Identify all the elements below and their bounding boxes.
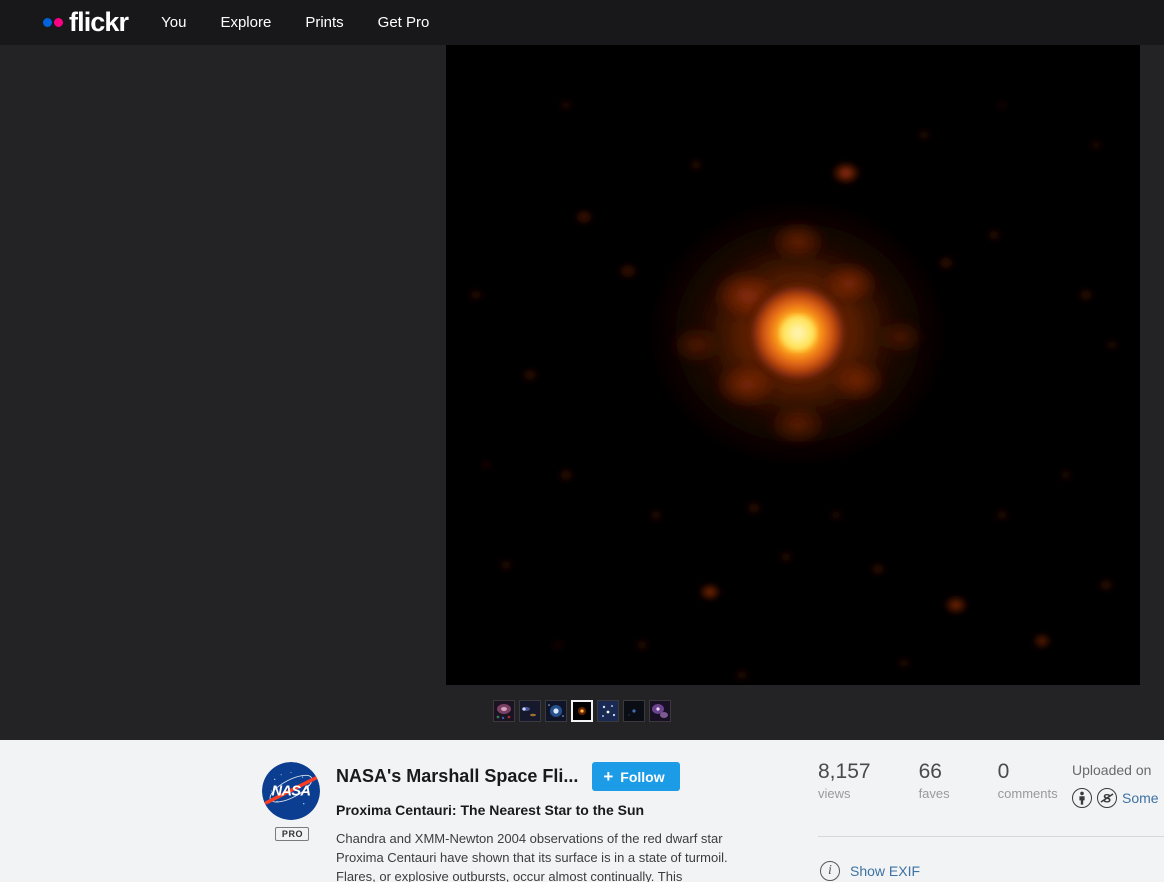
thumb-comet-streak[interactable] <box>519 700 541 722</box>
show-exif-row[interactable]: i Show EXIF <box>820 861 920 881</box>
thumb-purple-nebula[interactable] <box>649 700 671 722</box>
attribution-icon[interactable] <box>1072 788 1092 808</box>
thumb-dark-field[interactable] <box>623 700 645 722</box>
upload-meta-column: Uploaded on S Some <box>1072 762 1164 808</box>
faves-label: faves <box>918 786 950 801</box>
plus-icon: + <box>603 767 614 786</box>
thumb-proxima-centauri[interactable] <box>571 700 593 722</box>
page-title[interactable]: Proxima Centauri: The Nearest Star to th… <box>336 802 756 818</box>
photo-description: Chandra and XMM-Newton 2004 observations… <box>336 831 728 882</box>
follow-button-label: Follow <box>620 768 665 785</box>
owner-name[interactable]: NASA's Marshall Space Fli... <box>336 766 578 787</box>
stat-comments[interactable]: 0 comments <box>998 760 1058 801</box>
photo-info-panel: NASA PRO NASA's Marshall Space Fli... + … <box>0 740 1164 882</box>
photo-stats: 8,157 views 66 faves 0 comments <box>818 760 1058 801</box>
pro-badge[interactable]: PRO <box>274 827 310 841</box>
thumb-star-field[interactable] <box>597 700 619 722</box>
owner-avatar-column: NASA PRO <box>262 762 322 842</box>
main-photo[interactable] <box>446 45 1140 685</box>
avatar[interactable]: NASA <box>262 762 320 820</box>
nav-item-explore[interactable]: Explore <box>220 14 271 31</box>
nav-item-prints[interactable]: Prints <box>305 14 343 31</box>
views-label: views <box>818 786 851 801</box>
nav-item-get-pro[interactable]: Get Pro <box>378 14 430 31</box>
main-nav: You Explore Prints Get Pro <box>161 14 429 31</box>
site-header: flickr You Explore Prints Get Pro <box>0 0 1164 45</box>
proxima-centauri-xray-image <box>446 45 1140 685</box>
flickr-logo[interactable]: flickr <box>43 7 129 37</box>
license-row: S Some <box>1072 788 1164 808</box>
photo-filmstrip <box>0 700 1164 722</box>
info-divider <box>818 836 1164 837</box>
show-exif-link[interactable]: Show EXIF <box>850 863 920 879</box>
owner-row: NASA's Marshall Space Fli... + Follow <box>336 762 756 791</box>
stat-views[interactable]: 8,157 views <box>818 760 871 801</box>
stat-faves[interactable]: 66 faves <box>919 760 950 801</box>
owner-column: NASA's Marshall Space Fli... + Follow Pr… <box>336 762 756 882</box>
comments-label: comments <box>997 786 1058 801</box>
logo-dot-blue-icon <box>43 18 52 27</box>
logo-dots <box>43 18 63 27</box>
svg-text:NASA: NASA <box>272 784 311 800</box>
photo-stage <box>0 45 1164 740</box>
noncommercial-icon[interactable]: S <box>1097 788 1117 808</box>
views-count: 8,157 <box>818 760 871 783</box>
follow-button[interactable]: + Follow <box>592 762 680 791</box>
logo-wordmark: flickr <box>69 7 129 37</box>
nav-item-you[interactable]: You <box>161 14 186 31</box>
info-icon: i <box>820 861 840 881</box>
thumb-nebula-ring[interactable] <box>493 700 515 722</box>
logo-dot-pink-icon <box>54 18 63 27</box>
license-label[interactable]: Some <box>1122 790 1159 806</box>
uploaded-on-text: Uploaded on <box>1072 762 1152 778</box>
comments-count: 0 <box>997 760 1010 783</box>
thumb-blue-galaxy[interactable] <box>545 700 567 722</box>
flickr-photo-page: flickr You Explore Prints Get Pro NASA P… <box>0 0 1164 882</box>
faves-count: 66 <box>918 760 942 783</box>
